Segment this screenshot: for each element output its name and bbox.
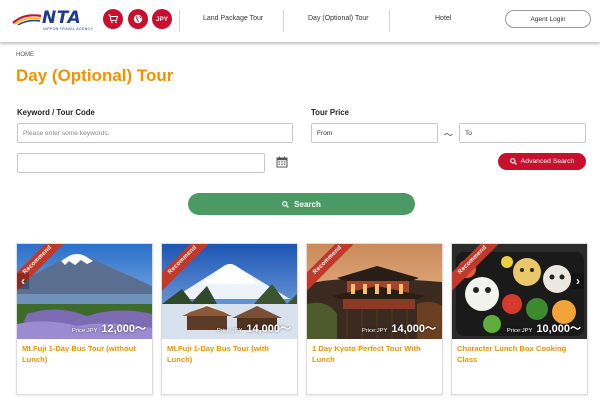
search-button[interactable]: Search [188, 193, 415, 215]
search-icon [509, 158, 517, 165]
price-label: Price:JPY [71, 328, 98, 334]
price-from-input[interactable]: From [311, 123, 438, 143]
nav-divider [179, 10, 180, 32]
tour-title[interactable]: Mt.Fuji 1-Day Bus Tour (with Lunch) [167, 344, 293, 365]
logo-swoosh-icon [12, 14, 42, 25]
price-label: Price:JPY [361, 328, 388, 334]
nav-divider [389, 10, 390, 32]
advanced-search-label: Advanced Search [520, 158, 575, 165]
price-label: Price:JPY [506, 328, 533, 334]
nta-logo[interactable]: NTA NIPPON TRAVEL AGENCY [12, 7, 94, 35]
tour-card[interactable]: Recommend Price:JPY 14,000～ Mt.Fuji 1-Da… [161, 243, 298, 395]
cart-icon [108, 14, 118, 24]
carousel-prev-button[interactable]: ‹ [17, 273, 29, 289]
keyword-label: Keyword / Tour Code [17, 108, 95, 117]
nav-land-package-tour[interactable]: Land Package Tour [203, 15, 263, 22]
price-tag: Price:JPY 12,000～ [72, 320, 146, 336]
tour-price-label: Tour Price [311, 108, 349, 117]
price-value: 12,000～ [101, 323, 146, 335]
tour-image[interactable]: Recommend Price:JPY 10,000～ [452, 244, 587, 339]
nav-divider [283, 10, 284, 32]
price-to-input[interactable]: To [459, 123, 586, 143]
chevron-left-icon: ‹ [21, 274, 25, 288]
price-value: 14,000～ [391, 323, 436, 335]
logo-subtext: NIPPON TRAVEL AGENCY [43, 27, 94, 31]
price-label: Price:JPY [216, 328, 243, 334]
language-button[interactable] [128, 9, 148, 29]
advanced-search-button[interactable]: Advanced Search [498, 153, 586, 170]
search-button-label: Search [294, 199, 321, 209]
price-value: 10,000～ [536, 323, 581, 335]
carousel-next-button[interactable]: › [572, 273, 584, 289]
globe-icon [133, 14, 143, 24]
tour-title[interactable]: Mt.Fuji 1-Day Bus Tour (without Lunch) [22, 344, 148, 365]
tour-title[interactable]: Character Lunch Box Cooking Class [457, 344, 583, 365]
tour-image[interactable]: Recommend Price:JPY 14,000～ [307, 244, 442, 339]
page-title: Day (Optional) Tour [16, 66, 174, 85]
chevron-right-icon: › [576, 274, 580, 288]
nav-hotel[interactable]: Hotel [435, 15, 451, 22]
search-icon [282, 200, 290, 208]
price-tag: Price:JPY 10,000～ [507, 320, 581, 336]
tour-image[interactable]: Recommend Price:JPY 12,000～ [17, 244, 152, 339]
price-value: 14,000～ [246, 323, 291, 335]
calendar-icon[interactable] [276, 156, 288, 168]
currency-button[interactable]: JPY [152, 9, 172, 29]
tour-image[interactable]: Recommend Price:JPY 14,000～ [162, 244, 297, 339]
price-tag: Price:JPY 14,000～ [217, 320, 291, 336]
logo-text: NTA [42, 8, 82, 28]
keyword-input[interactable] [17, 123, 293, 143]
tour-card[interactable]: Recommend Price:JPY 14,000～ 1 Day Kyoto … [306, 243, 443, 395]
agent-login-button[interactable]: Agent Login [505, 10, 591, 28]
site-header: NTA NIPPON TRAVEL AGENCY JPY Land Packag… [0, 0, 600, 42]
tour-title[interactable]: 1 Day Kyoto Perfect Tour With Lunch [312, 344, 438, 365]
date-input[interactable] [17, 153, 265, 173]
breadcrumb[interactable]: HOME [16, 52, 34, 58]
nav-day-optional-tour[interactable]: Day (Optional) Tour [308, 15, 369, 22]
price-range-separator: ～ [444, 130, 454, 140]
tour-card[interactable]: Recommend Price:JPY 10,000～ Character Lu… [451, 243, 588, 395]
tour-card[interactable]: Recommend Price:JPY 12,000～ Mt.Fuji 1-Da… [16, 243, 153, 395]
cart-button[interactable] [103, 9, 123, 29]
price-tag: Price:JPY 14,000～ [362, 320, 436, 336]
